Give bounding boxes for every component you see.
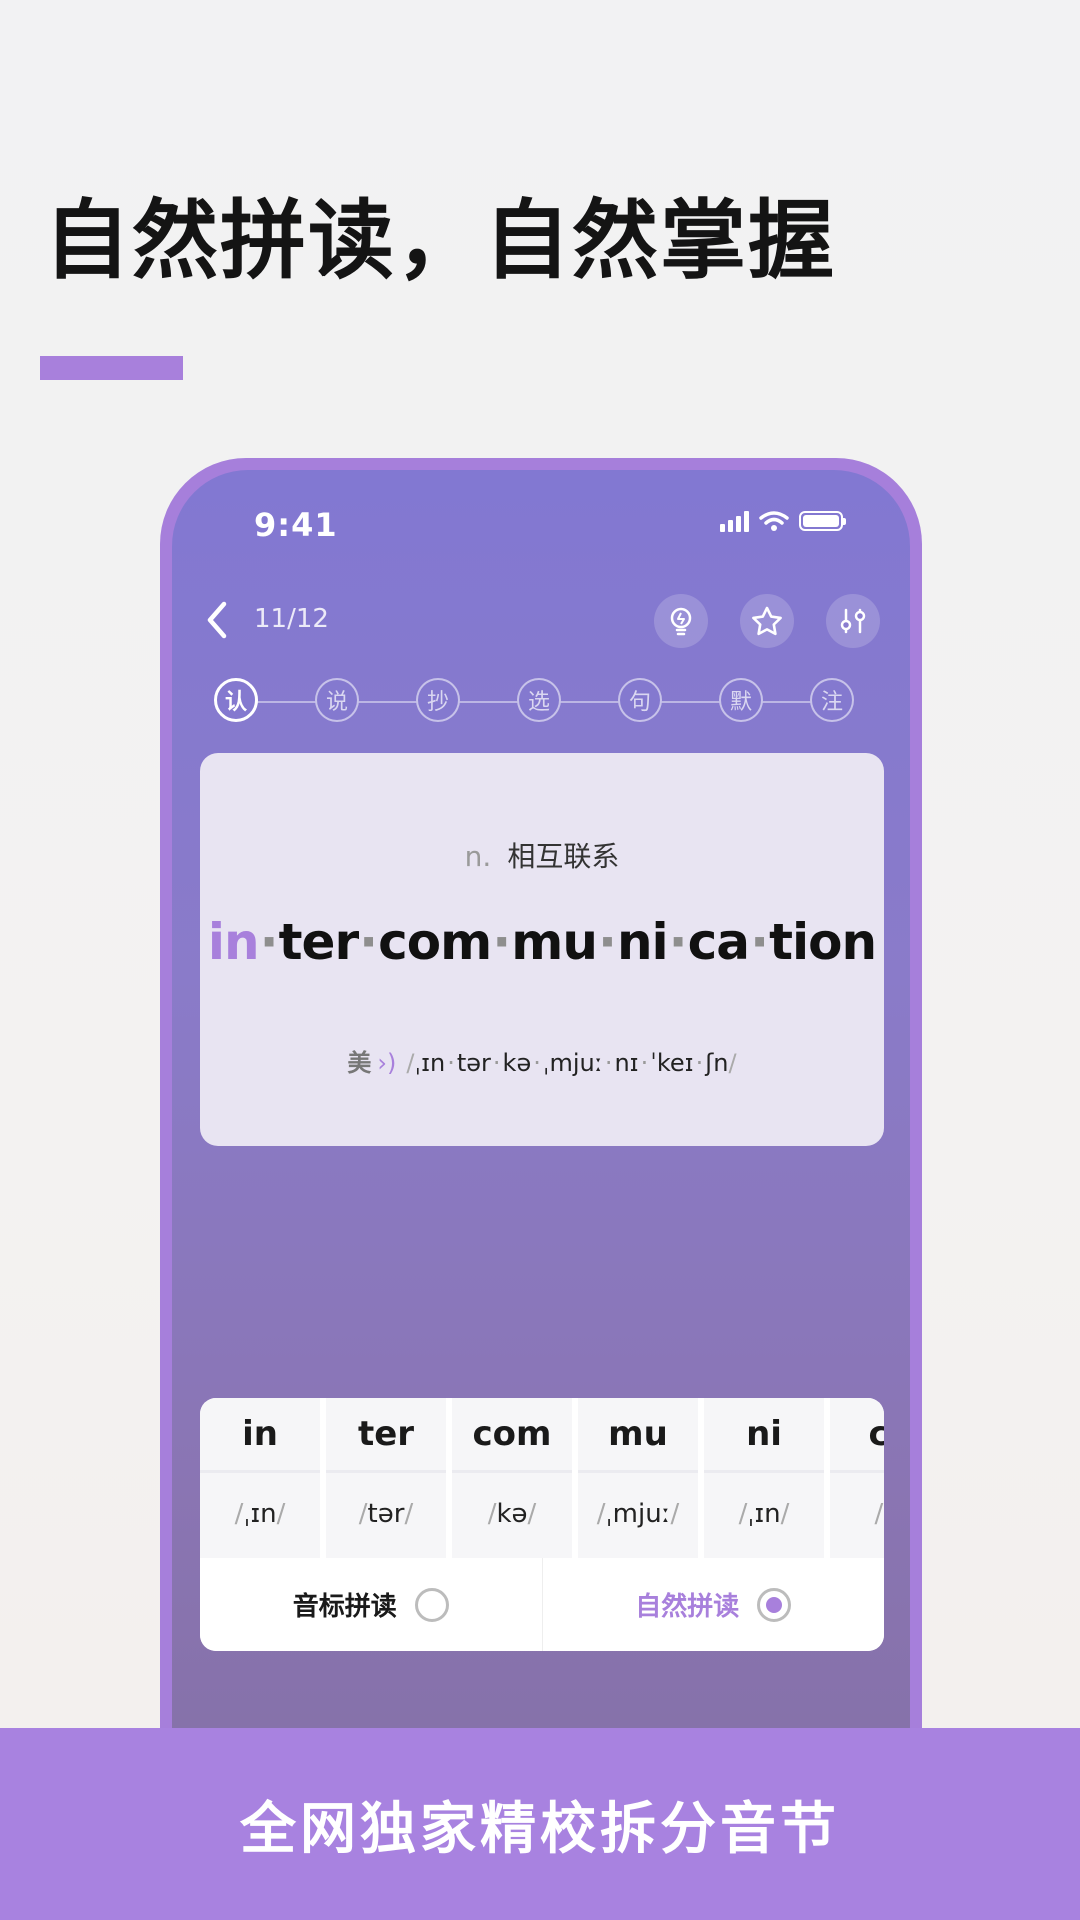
word-meaning: 相互联系 — [507, 840, 620, 873]
syllable-text: mu — [578, 1398, 698, 1473]
syllable-phonetic: / kə / — [487, 1499, 537, 1529]
syllable-card[interactable]: in / ˌɪn / — [200, 1398, 320, 1558]
accent-bar — [40, 356, 183, 380]
footer-text: 全网独家精校拆分音节 — [240, 1796, 840, 1862]
back-button[interactable] — [202, 598, 232, 642]
syllable-card[interactable]: ca /ˈk — [830, 1398, 884, 1558]
status-time: 9:41 — [254, 506, 338, 544]
mode-label: 音标拼读 — [292, 1592, 397, 1622]
page-headline: 自然拼读，自然掌握 — [44, 191, 836, 291]
phonetic-part: kə — [502, 1049, 532, 1077]
battery-icon — [799, 511, 846, 531]
radio-button[interactable] — [414, 1587, 449, 1622]
syllable-phonetic: / tər / — [358, 1499, 414, 1529]
region-label: 美 — [347, 1049, 372, 1077]
syllable-card[interactable]: com / kə / — [452, 1398, 572, 1558]
wifi-icon — [759, 511, 789, 531]
radio-button-selected[interactable] — [757, 1587, 792, 1622]
step-speak[interactable]: 说 — [315, 678, 359, 722]
definition-line: n. 相互联系 — [200, 835, 884, 875]
phonetic-part: ʃn — [705, 1049, 729, 1077]
spelling-mode-toggle: 音标拼读 自然拼读 — [200, 1558, 884, 1651]
phonetic-part: ˈkeɪ — [650, 1049, 694, 1077]
sliders-icon — [840, 608, 866, 634]
syllable-phonetic: / ˌɪn / — [234, 1499, 286, 1529]
progress-counter: 11/12 — [254, 604, 329, 634]
phonics-spelling-option[interactable]: 自然拼读 — [541, 1558, 885, 1651]
footer-banner: 全网独家精校拆分音节 — [0, 1728, 1080, 1920]
step-recognize[interactable]: 认 — [214, 678, 258, 722]
phonetic-line[interactable]: 美 ›)/ˌɪn·tər·kə·ˌmjuː·nɪ·ˈkeɪ·ʃn/ — [200, 1043, 884, 1078]
step-choose[interactable]: 选 — [517, 678, 561, 722]
syllabified-word: in·ter·com·mu·ni·ca·tion — [207, 913, 877, 971]
syllable-phonetic: / ˌmjuː / — [596, 1499, 680, 1529]
word-card: n. 相互联系 in·ter·com·mu·ni·ca·tion 美 ›)/ˌɪn·… — [200, 753, 884, 1146]
syllable-cards: in / ˌɪn / ter / tər / com / kə / mu / ˌmjuː / n… — [200, 1398, 884, 1558]
status-icons — [720, 510, 846, 532]
signal-icon — [720, 510, 749, 532]
star-icon — [752, 606, 782, 636]
phonetic-part: nɪ — [614, 1049, 639, 1077]
syllable-text: ca — [830, 1398, 884, 1473]
phone-mockup: 9:41 11/12 认 说 抄 选 句 默 注 n. 相互联系 in·ter·… — [160, 458, 922, 1920]
hint-button[interactable] — [654, 594, 708, 648]
phonetic-spelling-option[interactable]: 音标拼读 — [200, 1558, 542, 1651]
phonetic-part: tər — [456, 1049, 491, 1077]
settings-button[interactable] — [826, 594, 880, 648]
lightbulb-icon — [670, 607, 692, 636]
step-note[interactable]: 注 — [810, 678, 854, 722]
favorite-button[interactable] — [740, 594, 794, 648]
mode-label: 自然拼读 — [635, 1592, 740, 1622]
phone-screen: 9:41 11/12 认 说 抄 选 句 默 注 n. 相互联系 in·ter·… — [172, 470, 910, 1920]
syllable-text: in — [200, 1398, 320, 1473]
syllable-highlighted[interactable]: in — [208, 913, 260, 971]
part-of-speech: n. — [464, 840, 492, 873]
step-sentence[interactable]: 句 — [618, 678, 662, 722]
step-progress: 认 说 抄 选 句 默 注 — [214, 678, 854, 726]
syllable[interactable]: tion — [769, 913, 877, 971]
syllable-card[interactable]: mu / ˌmjuː / — [578, 1398, 698, 1558]
syllable-panel: in / ˌɪn / ter / tər / com / kə / mu / ˌmjuː / n… — [200, 1398, 884, 1651]
syllable[interactable]: ni — [617, 913, 669, 971]
syllable[interactable]: mu — [511, 913, 598, 971]
syllable[interactable]: ter — [279, 913, 359, 971]
phonetic-part: ˌɪn — [414, 1049, 446, 1077]
syllable-text: com — [452, 1398, 572, 1473]
syllable-text: ni — [704, 1398, 824, 1473]
step-copy[interactable]: 抄 — [416, 678, 460, 722]
step-dictate[interactable]: 默 — [719, 678, 763, 722]
syllable-phonetic: / ˌɪn / — [738, 1499, 790, 1529]
syllable[interactable]: com — [378, 913, 492, 971]
syllable-phonetic: /ˈk — [874, 1499, 885, 1529]
syllable-card[interactable]: ni / ˌɪn / — [704, 1398, 824, 1558]
phonetic-part: ˌmjuː — [542, 1049, 603, 1077]
syllable-text: ter — [326, 1398, 446, 1473]
syllable[interactable]: ca — [688, 913, 750, 971]
syllable-card[interactable]: ter / tər / — [326, 1398, 446, 1558]
speaker-icon[interactable]: ›) — [377, 1049, 396, 1077]
